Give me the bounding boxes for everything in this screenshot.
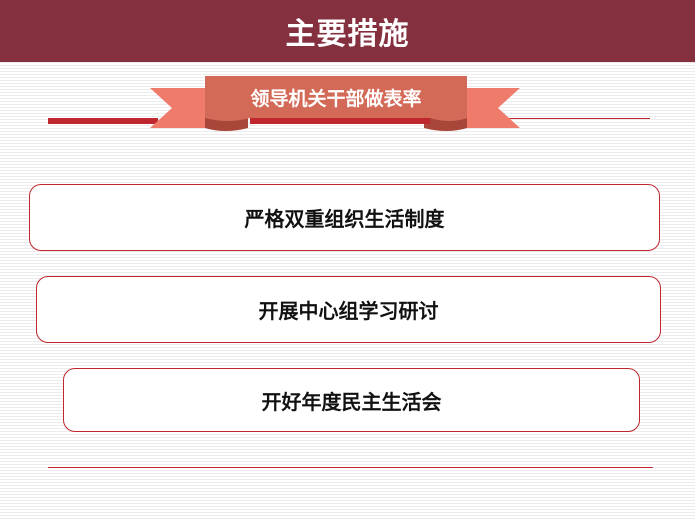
measure-card-2: 开展中心组学习研讨 <box>36 276 661 343</box>
measure-card-3: 开好年度民主生活会 <box>63 368 640 432</box>
ribbon-left-bar <box>48 118 158 124</box>
ribbon-label: 领导机关干部做表率 <box>250 87 422 110</box>
ribbon-left-tail <box>150 88 210 128</box>
measure-label-2: 开展中心组学习研讨 <box>258 299 439 323</box>
measure-card-1: 严格双重组织生活制度 <box>29 184 660 251</box>
ribbon-bottom-bar <box>250 118 430 124</box>
bottom-divider <box>48 467 653 468</box>
measure-label-1: 严格双重组织生活制度 <box>244 207 445 231</box>
header-bar: 主要措施 <box>0 0 695 62</box>
ribbon-right-tail <box>460 88 520 128</box>
page-title: 主要措施 <box>285 17 410 52</box>
measure-label-3: 开好年度民主生活会 <box>261 389 442 414</box>
